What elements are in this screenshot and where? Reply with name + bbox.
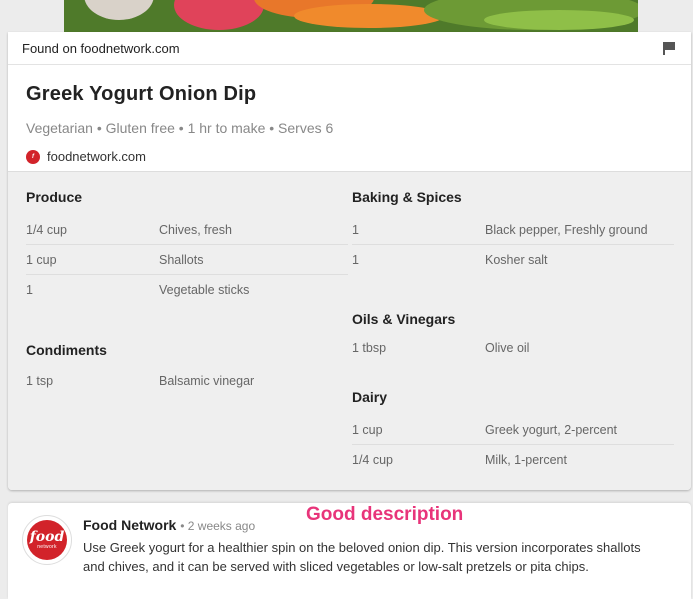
author-label[interactable]: Food Network [83, 517, 176, 533]
pin-card: Found on foodnetwork.com Greek Yogurt On… [8, 32, 691, 490]
ingredient-qty: 1 tsp [26, 374, 54, 388]
ingredient-row: 1 tsp Balsamic vinegar [26, 366, 348, 396]
ingredient-qty: 1 cup [352, 422, 383, 437]
ingredients-panel: Produce 1/4 cup Chives, fresh 1 cup Shal… [8, 171, 691, 490]
ingredient-row: 1 Black pepper, Freshly ground [352, 215, 674, 245]
ingredient-group: Condiments 1 tsp Balsamic vinegar [26, 342, 348, 396]
group-title: Produce [26, 189, 83, 205]
group-title: Baking & Spices [352, 189, 462, 205]
pin-description: Use Greek yogurt for a healthier spin on… [83, 540, 641, 574]
ingredient-item: Balsamic vinegar [159, 374, 255, 388]
recipe-source[interactable]: f foodnetwork.com [26, 149, 673, 164]
ingredient-item: Kosher salt [485, 253, 548, 267]
ingredient-qty: 1 [26, 283, 33, 297]
pinner-name[interactable]: Food Network • 2 weeks ago [83, 517, 255, 533]
recipe-image[interactable] [64, 0, 638, 32]
ingredient-group: Dairy 1 cup Greek yogurt, 2-percent 1/4 … [352, 389, 674, 475]
ingredient-qty: 1/4 cup [26, 222, 68, 237]
ingredient-row: 1 tbsp Olive oil [352, 333, 674, 363]
ingredient-row: 1 cup Greek yogurt, 2-percent [352, 415, 674, 445]
source-label[interactable]: foodnetwork.com [47, 149, 146, 164]
ingredient-group: Produce 1/4 cup Chives, fresh 1 cup Shal… [26, 189, 348, 305]
recipe-meta: Vegetarian • Gluten free • 1 hr to make … [26, 120, 334, 136]
food-network-avatar[interactable]: food network [22, 515, 72, 565]
post-time: • 2 weeks ago [180, 519, 256, 533]
ingredient-item: Chives, fresh [159, 222, 232, 237]
ingredient-qty: 1 cup [26, 252, 57, 267]
recipe-header: Greek Yogurt Onion Dip Vegetarian • Glut… [8, 65, 691, 172]
group-title: Dairy [352, 389, 388, 405]
ingredient-item: Black pepper, Freshly ground [485, 222, 648, 237]
flag-icon[interactable] [663, 42, 675, 55]
ingredient-item: Shallots [159, 252, 204, 267]
ingredient-qty: 1 tbsp [352, 341, 387, 355]
food-network-icon: f [26, 149, 40, 164]
ingredient-item: Olive oil [485, 341, 530, 355]
ingredient-row: 1/4 cup Milk, 1-percent [352, 445, 674, 475]
ingredient-row: 1 Vegetable sticks [26, 275, 348, 305]
food-network-logo-icon: food network [27, 520, 67, 560]
group-title: Oils & Vinegars [352, 311, 456, 327]
ingredient-group: Oils & Vinegars 1 tbsp Olive oil [352, 311, 674, 363]
ingredient-qty: 1 [352, 222, 359, 237]
found-on-link[interactable]: Found on foodnetwork.com [22, 41, 180, 56]
ingredient-qty: 1 [352, 253, 359, 267]
recipe-title[interactable]: Greek Yogurt Onion Dip [26, 83, 673, 106]
ingredient-row: 1 cup Shallots [26, 245, 348, 275]
found-on-bar: Found on foodnetwork.com [8, 32, 691, 65]
ingredient-qty: 1/4 cup [352, 453, 394, 467]
ingredient-row: 1 Kosher salt [352, 245, 674, 275]
annotation-label: Good description [306, 504, 464, 525]
group-title: Condiments [26, 342, 107, 358]
ingredient-group: Baking & Spices 1 Black pepper, Freshly … [352, 189, 674, 275]
ingredient-item: Greek yogurt, 2-percent [485, 422, 618, 437]
ingredient-item: Milk, 1-percent [485, 453, 567, 467]
ingredient-row: 1/4 cup Chives, fresh [26, 215, 348, 245]
ingredient-item: Vegetable sticks [159, 283, 250, 297]
